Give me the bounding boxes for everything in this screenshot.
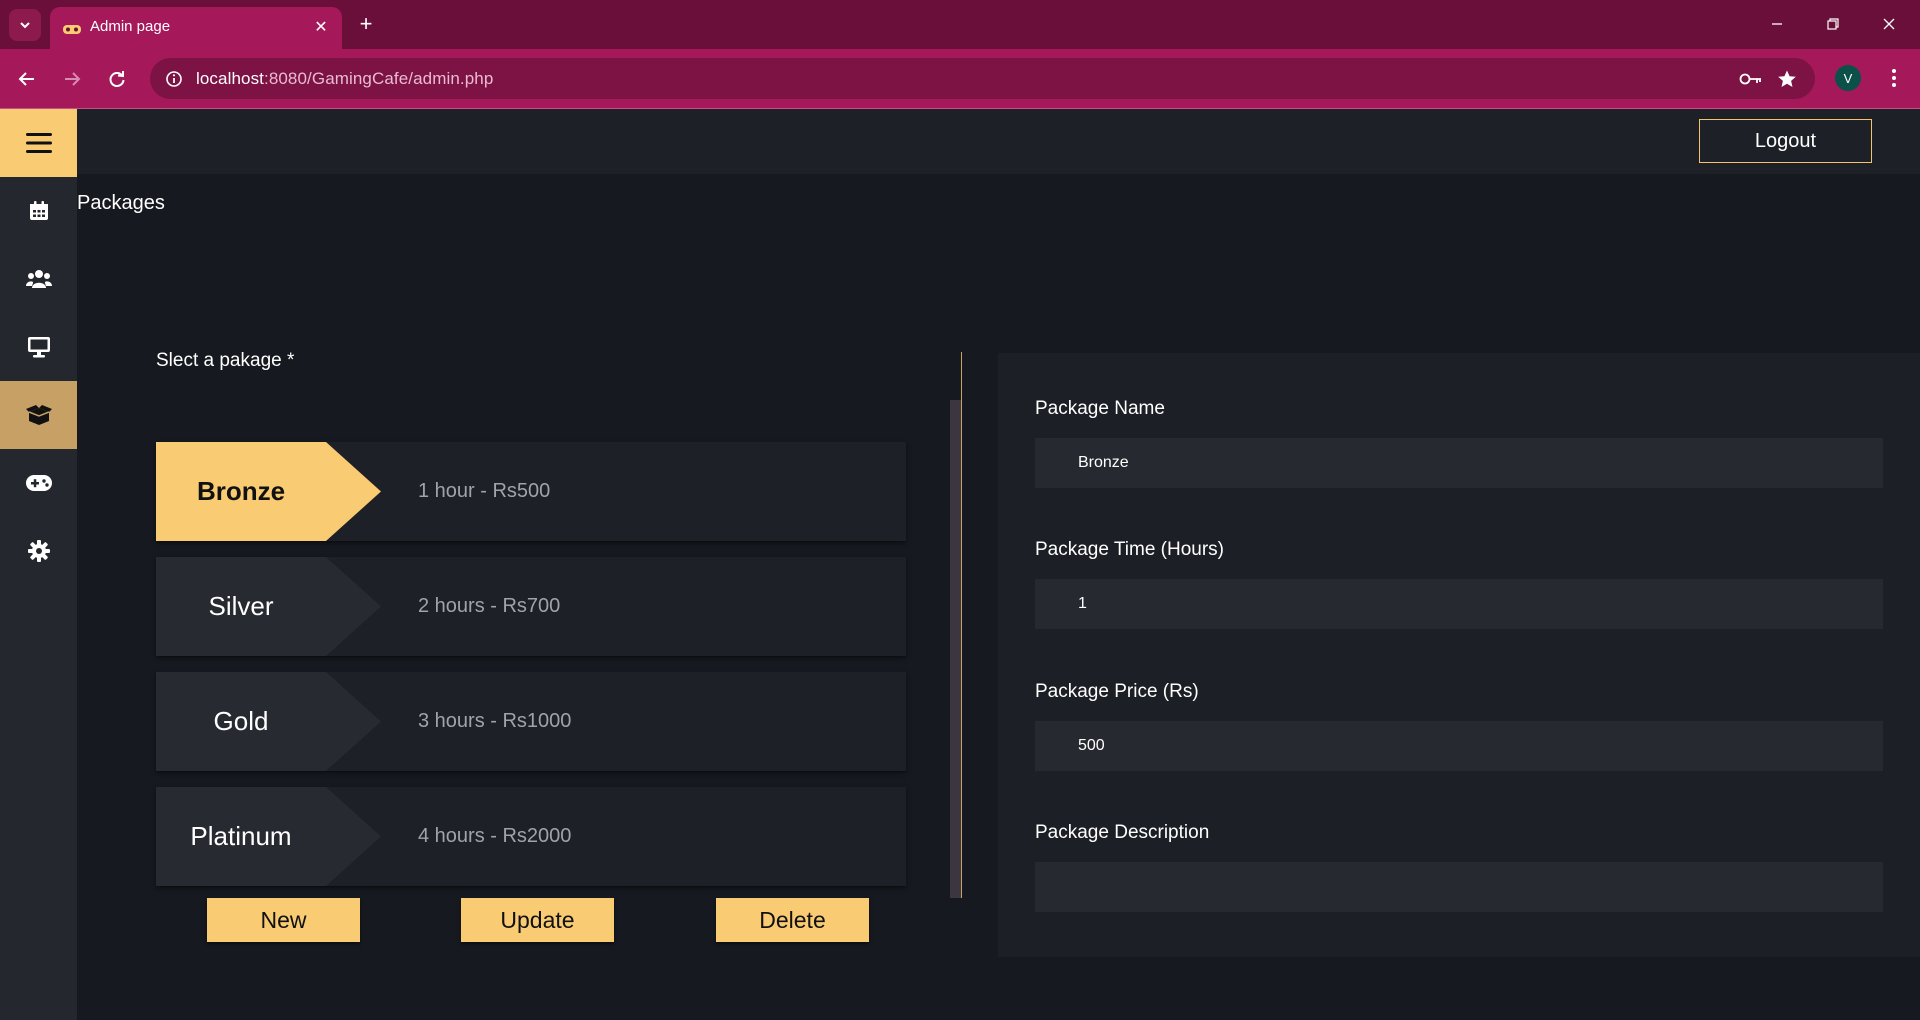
box-icon [25,405,52,425]
tab-title: Admin page [90,18,171,35]
delete-button[interactable]: Delete [716,898,869,942]
package-time-label: Package Time (Hours) [1035,539,1225,560]
logout-button[interactable]: Logout [1699,119,1872,163]
sidebar [0,109,77,1020]
url-path: :8080/GamingCafe/admin.php [264,69,494,88]
browser-toolbar: localhost:8080/GamingCafe/admin.php V [0,49,1920,109]
browser-tab-bar: Admin page ✕ + [0,0,1920,49]
reload-button[interactable] [100,62,134,96]
sidebar-item-computers[interactable] [0,313,77,381]
package-name: Bronze [196,476,286,506]
browser-tab[interactable]: Admin page ✕ [50,7,342,49]
url-host: localhost [196,69,264,88]
tab-search-button[interactable] [9,9,41,41]
forward-button[interactable] [55,62,89,96]
panel-divider [961,352,962,898]
select-package-label: Slect a pakage * [156,350,295,371]
restore-icon [1827,18,1839,30]
gamepad-icon [25,475,52,491]
package-name-label: Package Name [1035,398,1165,419]
update-button[interactable]: Update [461,898,614,942]
minimize-icon [1772,23,1782,25]
package-description: 1 hour - Rs500 [418,480,551,502]
gear-icon [27,540,50,562]
minimize-button[interactable] [1754,8,1800,40]
chevron-down-icon [20,22,30,29]
back-button[interactable] [10,62,44,96]
sidebar-item-games[interactable] [0,449,77,517]
sidebar-item-settings[interactable] [0,517,77,585]
package-description: 2 hours - Rs700 [418,595,561,617]
package-description: 4 hours - Rs2000 [418,825,572,847]
package-description-input[interactable] [1035,862,1883,912]
package-description-label: Package Description [1035,822,1210,843]
package-item-platinum[interactable]: Platinum 4 hours - Rs2000 [156,787,906,886]
password-key-icon[interactable] [1739,68,1763,90]
page-title: Packages [77,192,165,214]
new-button[interactable]: New [207,898,360,942]
package-item-bronze[interactable]: Bronze 1 hour - Rs500 [156,442,906,541]
url-text: localhost:8080/GamingCafe/admin.php [196,69,493,89]
package-price-label: Package Price (Rs) [1035,681,1199,702]
package-item-gold[interactable]: Gold 3 hours - Rs1000 [156,672,906,771]
arrow-right-icon [65,72,81,86]
hamburger-icon [25,133,52,153]
restore-button[interactable] [1810,8,1856,40]
sidebar-item-packages[interactable] [0,381,77,449]
package-name: Platinum [190,821,292,851]
users-icon [25,270,52,288]
close-icon [1883,18,1895,30]
package-price-input[interactable] [1035,721,1883,771]
package-name: Silver [208,591,274,621]
sidebar-toggle-button[interactable] [0,109,77,177]
package-name-input[interactable] [1035,438,1883,488]
new-tab-button[interactable]: + [352,10,380,38]
calendar-icon [29,201,48,220]
address-bar[interactable]: localhost:8080/GamingCafe/admin.php [150,58,1815,99]
profile-avatar[interactable]: V [1835,65,1861,91]
close-window-button[interactable] [1866,8,1912,40]
desktop-icon [27,337,50,358]
sidebar-item-users[interactable] [0,245,77,313]
bookmark-star-icon[interactable] [1775,67,1799,91]
package-name: Gold [213,706,269,736]
reload-icon [109,71,125,87]
app-top-bar [77,109,1920,174]
browser-menu-icon[interactable] [1881,63,1907,93]
close-tab-icon[interactable]: ✕ [310,16,332,38]
arrow-left-icon [18,72,34,86]
package-time-input[interactable] [1035,579,1883,629]
gamepad-favicon-icon [62,19,82,39]
package-item-silver[interactable]: Silver 2 hours - Rs700 [156,557,906,656]
site-info-icon[interactable] [162,67,186,91]
sidebar-item-bookings[interactable] [0,177,77,245]
package-description: 3 hours - Rs1000 [418,710,572,732]
